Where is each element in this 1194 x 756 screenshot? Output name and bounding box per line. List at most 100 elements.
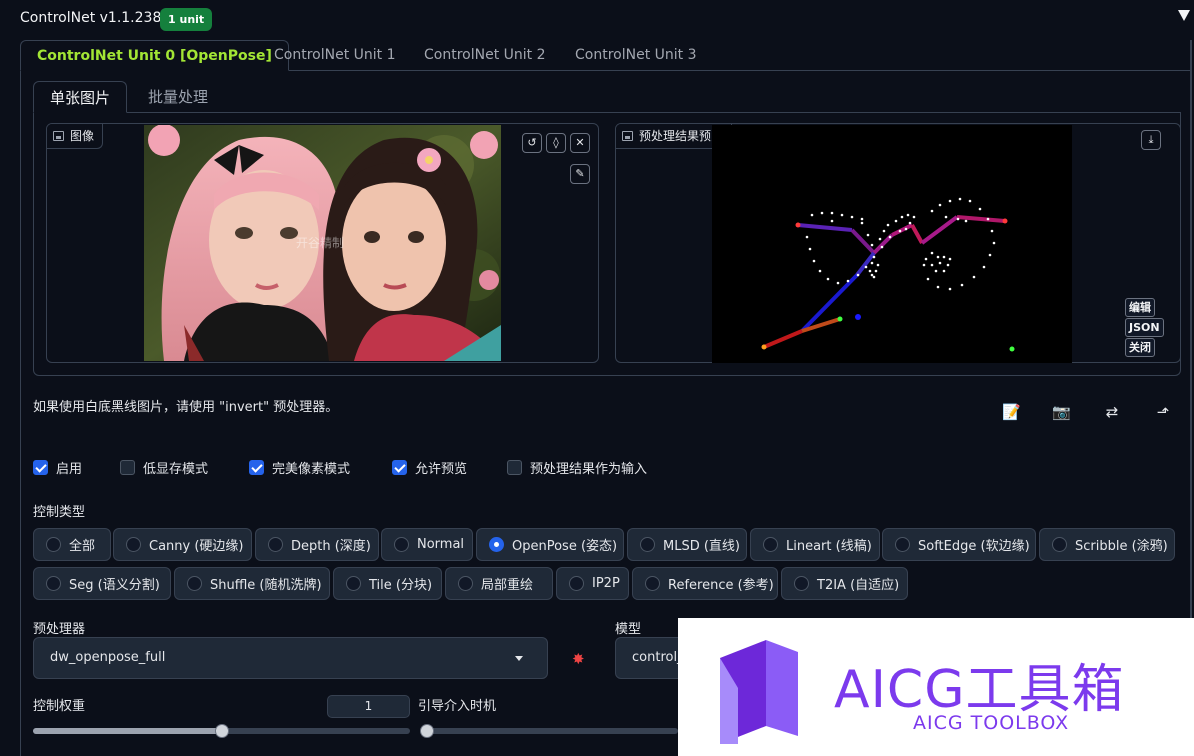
slider-thumb[interactable] (420, 724, 434, 738)
control-weight-input[interactable]: 1 (327, 695, 410, 718)
preprocessor-select[interactable]: dw_openpose_full (33, 637, 548, 679)
control-type-seg[interactable]: Seg (语义分割) (33, 567, 171, 600)
control-type-reference[interactable]: Reference (参考) (632, 567, 778, 600)
control-weight-label: 控制权重 (33, 699, 86, 714)
radio-label: 全部 (69, 539, 96, 554)
radio-label: Scribble (涂鸦) (1075, 539, 1168, 554)
guidance-start-slider[interactable] (420, 724, 678, 738)
radio-label: Reference (参考) (668, 578, 774, 593)
radio-label: IP2P (592, 576, 620, 591)
radio-circle[interactable] (640, 537, 655, 552)
radio-circle[interactable] (1052, 537, 1067, 552)
control-type-all[interactable]: 全部 (33, 528, 111, 561)
model-label: 模型 (615, 622, 642, 637)
radio-label: OpenPose (姿态) (512, 539, 618, 554)
preview-as-input-checkbox[interactable]: 预处理结果作为输入 (507, 458, 648, 477)
control-weight-slider[interactable] (33, 724, 410, 738)
control-type-shuffle[interactable]: Shuffle (随机洗牌) (174, 567, 330, 600)
edit-icon[interactable]: 📝 (1002, 403, 1021, 421)
close-icon[interactable]: ✕ (570, 133, 590, 153)
edit-pose-button[interactable]: 编辑 (1125, 298, 1155, 317)
eraser-icon[interactable]: ◊ (546, 133, 566, 153)
checkbox-box[interactable] (392, 459, 407, 475)
checkbox-label: 启用 (56, 461, 83, 477)
radio-circle[interactable] (763, 537, 778, 552)
extension-title: ControlNet v1.1.238 (20, 10, 162, 26)
radio-label: 局部重绘 (481, 578, 534, 593)
radio-circle[interactable] (794, 576, 809, 591)
brand-logo (720, 640, 798, 744)
radio-circle[interactable] (895, 537, 910, 552)
radio-circle[interactable] (46, 537, 61, 552)
download-icon[interactable]: ⤓ (1141, 130, 1161, 150)
brand-subtitle: AICG TOOLBOX (913, 712, 1070, 734)
brush-icon[interactable]: ✎ (570, 164, 590, 184)
control-type-scribble[interactable]: Scribble (涂鸦) (1039, 528, 1175, 561)
control-type-inpaint[interactable]: 局部重绘 (445, 567, 553, 600)
json-button[interactable]: JSON (1125, 318, 1164, 337)
tab-single-image[interactable]: 单张图片 (33, 81, 128, 113)
radio-circle[interactable] (394, 537, 409, 552)
control-type-depth[interactable]: Depth (深度) (255, 528, 379, 561)
tab-unit-2[interactable]: ControlNet Unit 2 (408, 40, 562, 71)
undo-icon[interactable]: ↺ (522, 133, 542, 153)
radio-circle[interactable] (489, 537, 504, 552)
radio-label: Normal (417, 537, 465, 552)
control-type-openpose[interactable]: OpenPose (姿态) (476, 528, 624, 561)
model-value: control_ (632, 650, 684, 665)
checkbox-box[interactable] (33, 459, 48, 475)
radio-label: Canny (硬边缘) (149, 539, 244, 554)
checkbox-label: 预处理结果作为输入 (530, 461, 648, 477)
low-vram-checkbox[interactable]: 低显存模式 (120, 458, 208, 477)
send-icon[interactable]: ⬏ (1154, 403, 1172, 421)
radio-circle[interactable] (46, 576, 61, 591)
collapse-arrow-icon[interactable] (1178, 10, 1190, 21)
watermark-text: 开谷精制 (296, 236, 345, 250)
swap-icon[interactable]: ⇄ (1103, 403, 1121, 421)
input-image-label-text: 图像 (70, 128, 95, 143)
tab-unit-1[interactable]: ControlNet Unit 1 (258, 40, 412, 71)
tab-batch[interactable]: 批量处理 (132, 81, 224, 113)
image-icon (622, 131, 633, 141)
control-type-canny[interactable]: Canny (硬边缘) (113, 528, 252, 561)
checkbox-box[interactable] (507, 459, 522, 475)
input-image-label: 图像 (47, 124, 104, 149)
radio-label: Lineart (线稿) (786, 539, 872, 554)
slider-fill (33, 728, 222, 734)
control-type-lineart[interactable]: Lineart (线稿) (750, 528, 880, 561)
checkbox-box[interactable] (249, 459, 264, 475)
camera-icon[interactable]: 📷 (1052, 403, 1071, 421)
radio-circle[interactable] (187, 576, 202, 591)
radio-circle[interactable] (268, 537, 283, 552)
radio-circle[interactable] (458, 576, 473, 591)
control-type-softedge[interactable]: SoftEdge (软边缘) (882, 528, 1036, 561)
control-type-normal[interactable]: Normal (381, 528, 473, 561)
slider-thumb[interactable] (214, 724, 229, 738)
image-icon (53, 131, 64, 141)
pixel-perfect-checkbox[interactable]: 完美像素模式 (249, 458, 350, 477)
tab-unit-3[interactable]: ControlNet Unit 3 (559, 40, 713, 71)
tab-unit-0[interactable]: ControlNet Unit 0 [OpenPose] (20, 40, 289, 71)
allow-preview-checkbox[interactable]: 允许预览 (392, 458, 468, 477)
radio-circle[interactable] (645, 576, 660, 591)
radio-circle[interactable] (346, 576, 361, 591)
control-type-t2ia[interactable]: T2IA (自适应) (781, 567, 908, 600)
checkbox-label: 允许预览 (415, 461, 468, 477)
control-type-mlsd[interactable]: MLSD (直线) (627, 528, 747, 561)
guidance-start-label: 引导介入时机 (418, 699, 497, 714)
invert-hint: 如果使用白底黑线图片，请使用 "invert" 预处理器。 (33, 400, 339, 415)
radio-label: Seg (语义分割) (69, 578, 160, 593)
radio-label: T2IA (自适应) (817, 578, 900, 593)
radio-label: SoftEdge (软边缘) (918, 539, 1030, 554)
close-preview-button[interactable]: 关闭 (1125, 338, 1155, 357)
radio-circle[interactable] (569, 576, 584, 591)
explosion-icon[interactable]: ✸ (572, 650, 585, 668)
radio-circle[interactable] (126, 537, 141, 552)
control-type-ip2p[interactable]: IP2P (556, 567, 629, 600)
control-type-tile[interactable]: Tile (分块) (333, 567, 442, 600)
chevron-down-icon (515, 656, 523, 661)
preprocessor-value: dw_openpose_full (50, 650, 166, 665)
checkbox-box[interactable] (120, 459, 135, 475)
radio-label: Shuffle (随机洗牌) (210, 578, 322, 593)
enable-checkbox[interactable]: 启用 (33, 458, 83, 477)
